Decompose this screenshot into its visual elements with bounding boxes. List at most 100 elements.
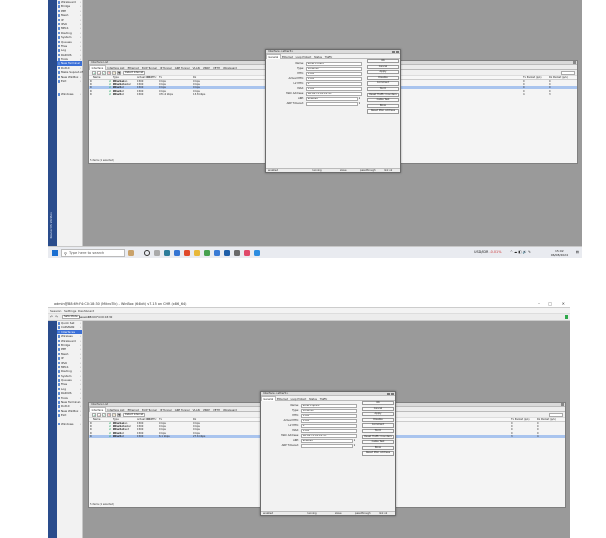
dialog-button[interactable]: Comment <box>362 423 394 428</box>
redo-icon[interactable]: ↷ <box>55 315 58 319</box>
add-button[interactable]: + <box>92 71 96 75</box>
chevron-down-icon[interactable]: ▾ <box>359 102 360 105</box>
comment-icon[interactable]: ▭ <box>112 413 116 417</box>
enable-button[interactable]: ✓ <box>102 71 106 75</box>
app3-icon[interactable] <box>214 250 220 256</box>
dialog-button[interactable]: Torch <box>362 429 394 434</box>
dialog-button[interactable]: Reset Traffic Counters <box>367 92 399 97</box>
disable-button[interactable]: ✕ <box>107 71 111 75</box>
find-input[interactable] <box>549 413 563 417</box>
field-value-input[interactable]: ether3-client <box>306 62 362 66</box>
dialog-button[interactable]: OK <box>362 401 394 406</box>
chrome-icon[interactable] <box>174 250 180 256</box>
cortana-icon[interactable] <box>128 250 134 256</box>
field-value-input[interactable]: 0 <box>306 82 362 86</box>
dialog-button[interactable]: Blink <box>367 103 399 108</box>
field-value-input[interactable]: B8:69:F4:C0:18:3A <box>306 92 362 96</box>
comment-icon[interactable]: ▭ <box>112 71 116 75</box>
winbox-titlebar[interactable]: admin@B8:69:F4:C0:18:30 (MikroTik) - Win… <box>48 300 570 308</box>
remove-button[interactable]: − <box>97 71 101 75</box>
detect-internet-button[interactable]: Detect Internet <box>123 71 146 75</box>
dialog-button[interactable]: OK <box>367 59 399 64</box>
app2-icon[interactable] <box>204 250 210 256</box>
dialog-button[interactable]: Cancel <box>362 406 394 411</box>
dialog-button[interactable]: Disable <box>362 417 394 422</box>
dialog-button[interactable]: Reset Traffic Counters <box>362 434 394 439</box>
winbox-taskbar-icon[interactable] <box>234 250 240 256</box>
dialog-button[interactable]: Torch <box>367 87 399 92</box>
add-button[interactable]: + <box>92 413 96 417</box>
close-icon[interactable] <box>573 61 576 64</box>
dialog-tab-loop-protect[interactable]: Loop Protect <box>294 55 312 60</box>
stock-widget[interactable]: USD/IDR -0.01% <box>474 250 501 254</box>
dialog-tab-status[interactable]: Status <box>308 397 319 402</box>
dialog-button[interactable]: Cancel <box>367 64 399 69</box>
menu-item[interactable]: Windows › <box>57 422 82 426</box>
field-value-input[interactable]: 1500 <box>306 72 362 76</box>
find-input[interactable] <box>561 71 575 75</box>
dialog-button[interactable]: Reset MAC Address <box>367 109 399 114</box>
interface-dialog[interactable]: Interface <ether5> General Ethernet Loop P… <box>260 391 396 516</box>
field-value-input[interactable]: Ethernet <box>301 409 357 413</box>
field-value-input[interactable]: 1500 <box>301 429 357 433</box>
field-value-input[interactable]: B8:69:F4:C0:18:3C <box>301 434 357 438</box>
filter-icon[interactable]: ▼ <box>117 413 121 417</box>
field-value-input[interactable]: ether5-uplink <box>301 404 357 408</box>
field-value-input[interactable]: 1500 <box>301 414 357 418</box>
menu-item[interactable]: Windows › <box>57 92 82 96</box>
maximize-icon[interactable] <box>392 50 395 54</box>
windows-start-icon[interactable] <box>52 250 58 256</box>
dialog-button[interactable]: Disable <box>367 75 399 80</box>
maximize-icon[interactable]: □ <box>548 301 552 306</box>
interface-dialog[interactable]: Interface <ether3> General Ethernet Loop P… <box>265 49 401 173</box>
field-value-input[interactable] <box>306 102 358 106</box>
maximize-icon[interactable] <box>387 392 390 396</box>
menubar-session[interactable]: Session <box>50 309 61 313</box>
dialog-button[interactable]: Cable Test <box>367 98 399 103</box>
chevron-down-icon[interactable]: ▾ <box>354 444 355 447</box>
dialog-tab-general[interactable]: General <box>261 396 276 401</box>
minimize-icon[interactable]: – <box>538 301 540 306</box>
enable-button[interactable]: ✓ <box>102 413 106 417</box>
field-value-input[interactable]: Ethernet <box>306 67 362 71</box>
dialog-button[interactable]: Reset MAC Address <box>362 451 394 456</box>
disable-button[interactable]: ✕ <box>107 413 111 417</box>
dialog-button[interactable]: Blink <box>362 445 394 450</box>
dialog-tab-traffic[interactable]: Traffic <box>323 55 333 60</box>
remove-button[interactable]: − <box>97 413 101 417</box>
menubar-settings[interactable]: Settings <box>64 309 76 313</box>
app5-icon[interactable] <box>244 250 250 256</box>
explorer-icon[interactable] <box>194 250 200 256</box>
field-value-input[interactable]: 1500 <box>306 77 362 81</box>
notification-icon[interactable]: ▤ <box>576 250 579 254</box>
tray-icons[interactable]: ^ ☁ ◧ 🔊 ✎ <box>510 250 531 254</box>
taskbar-search-input[interactable]: ⚲ Type here to search <box>61 249 125 257</box>
dialog-tab-general[interactable]: General <box>266 54 281 59</box>
field-value-input[interactable]: 1500 <box>306 87 362 91</box>
close-icon[interactable] <box>396 50 399 54</box>
chevron-down-icon[interactable]: ▾ <box>359 97 360 100</box>
edge-icon[interactable] <box>164 250 170 256</box>
dialog-tab-ethernet[interactable]: Ethernet <box>281 55 295 60</box>
dialog-button[interactable]: Apply <box>367 70 399 75</box>
dialog-tab-ethernet[interactable]: Ethernet <box>276 397 290 402</box>
dialog-button[interactable]: Apply <box>362 412 394 417</box>
dialog-button[interactable]: Comment <box>367 81 399 86</box>
task-view-icon[interactable] <box>144 250 150 256</box>
chevron-down-icon[interactable]: ▾ <box>354 439 355 442</box>
app6-icon[interactable] <box>254 250 260 256</box>
detect-internet-button[interactable]: Detect Internet <box>123 413 146 417</box>
field-value-input[interactable]: enabled <box>301 439 353 443</box>
close-icon[interactable] <box>561 403 564 406</box>
close-icon[interactable] <box>391 392 394 396</box>
filter-icon[interactable]: ▼ <box>117 71 121 75</box>
firefox-icon[interactable] <box>184 250 190 256</box>
safe-mode-button[interactable]: Safe Mode <box>62 315 80 320</box>
field-value-input[interactable]: 1500 <box>301 419 357 423</box>
undo-icon[interactable]: ↶ <box>50 315 53 319</box>
dialog-tab-loop-protect[interactable]: Loop Protect <box>289 397 307 402</box>
field-value-input[interactable]: 0 <box>301 424 357 428</box>
close-icon[interactable]: ✕ <box>562 301 565 306</box>
dialog-button[interactable]: Cable Test <box>362 440 394 445</box>
dialog-tab-traffic[interactable]: Traffic <box>318 397 328 402</box>
